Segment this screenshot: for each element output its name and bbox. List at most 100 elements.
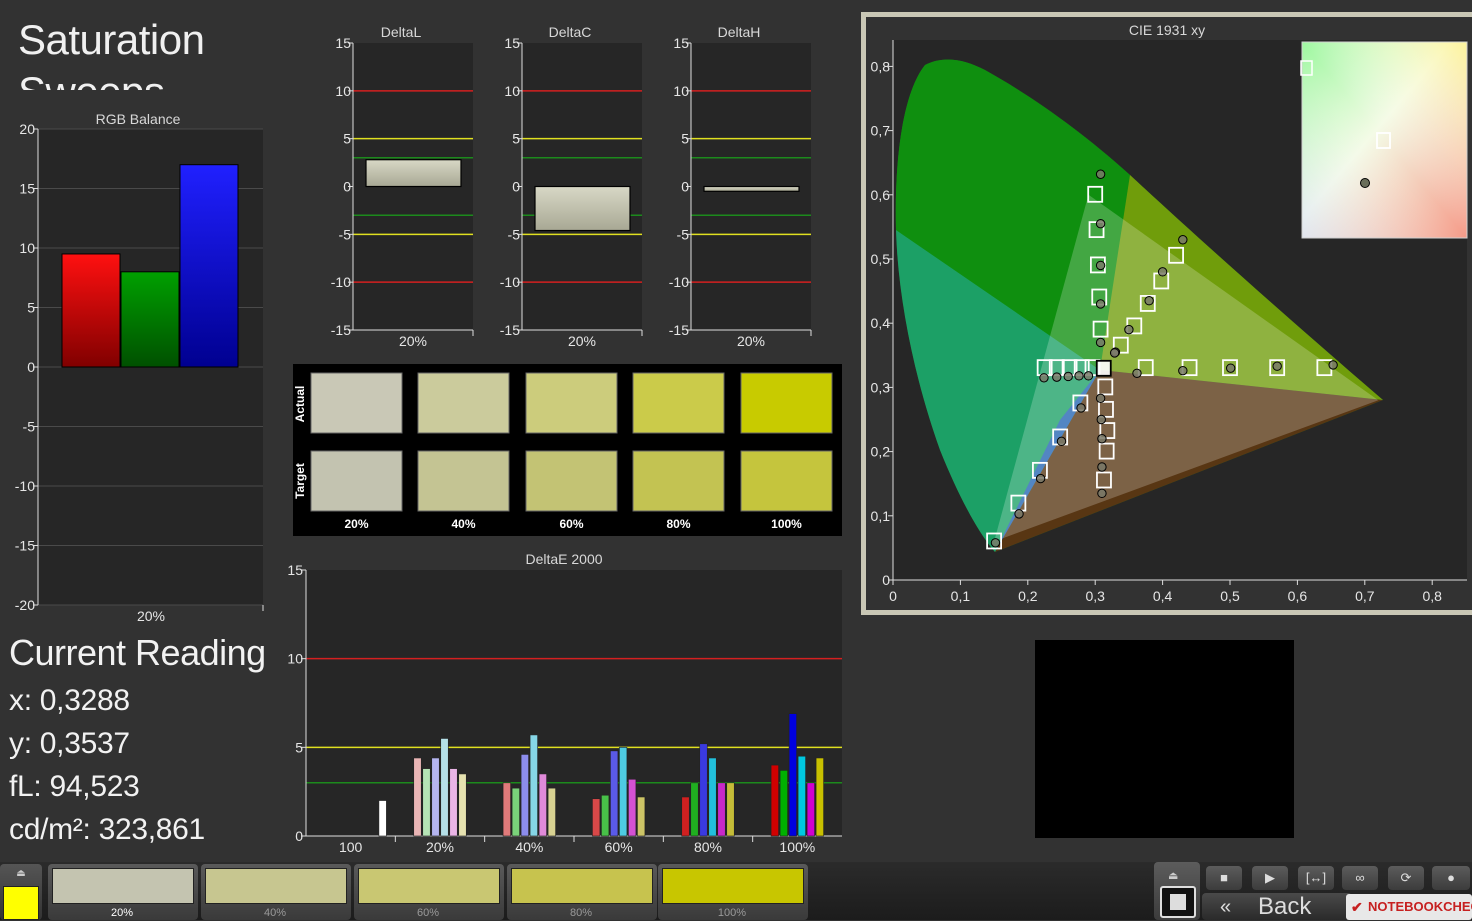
delta-chart-deltah: DeltaH 15 10 5 0 -5 -10 -15 20% [669, 24, 812, 349]
fit-button[interactable]: [↔] [1298, 866, 1334, 890]
delta-chart-deltac: DeltaC 15 10 5 0 -5 -10 -15 20% [500, 24, 643, 349]
saturation-tab-1[interactable]: 20% [48, 864, 198, 920]
current-color-swatch [3, 886, 39, 920]
rgb-ytick-label: -20 [15, 597, 35, 613]
delta-ytick-label: -5 [339, 226, 352, 242]
cie-measured-marker [1272, 361, 1282, 371]
cie-ytick-label: 0,2 [871, 444, 891, 460]
deltae-bar [449, 768, 458, 837]
deltae-bar [806, 782, 815, 837]
delta-ytick-label: -15 [331, 322, 351, 338]
deltae-category-label: 60% [605, 839, 633, 855]
reading-cdm2-label: cd/m²: [9, 813, 91, 846]
cie-ytick-label: 0,6 [871, 187, 891, 203]
deltae-bar [726, 782, 735, 837]
deltae-bar [529, 734, 538, 837]
deltae-bar [699, 743, 708, 837]
stop-button[interactable]: ■ [1206, 866, 1242, 890]
cie-target-marker [1095, 359, 1112, 377]
cie-measured-marker [1132, 368, 1142, 378]
deltae-bar [708, 757, 717, 837]
deltae-bar [681, 796, 690, 837]
cie-measured-marker [990, 538, 1001, 548]
deltae-bar [628, 778, 637, 837]
cie-xtick-label: 0,3 [1085, 588, 1105, 604]
saturation-tab-2[interactable]: 40% [201, 864, 351, 920]
cie-ytick-label: 0,4 [871, 315, 891, 331]
refresh-button[interactable]: ⟳ [1388, 866, 1424, 890]
play-button[interactable]: ▶ [1252, 866, 1288, 890]
reading-cdm2-value: 323,861 [98, 813, 206, 846]
cie-measured-marker [1056, 436, 1067, 447]
saturation-tab-5[interactable]: 100% [658, 864, 808, 920]
stop-square-button[interactable] [1160, 886, 1196, 918]
tab-swatch [205, 868, 347, 904]
record-button[interactable]: ● [1432, 866, 1470, 890]
deltae-ytick-label: 5 [295, 739, 303, 755]
stop-toggle-panel[interactable]: ⏏ [1154, 862, 1200, 920]
stop-icon: ■ [1220, 870, 1228, 885]
cie-ytick-label: 0,5 [871, 251, 891, 267]
rgb-ytick-label: 20 [19, 121, 35, 137]
deltae-bar [431, 757, 440, 837]
record-icon: ● [1447, 870, 1455, 885]
deltae-bar [717, 782, 726, 837]
reading-x-value: 0,3288 [39, 684, 130, 717]
loop-button[interactable]: ∞ [1342, 866, 1378, 890]
color-preview-box [1035, 640, 1294, 838]
back-button[interactable]: « Back [1202, 893, 1352, 920]
deltae-ytick-label: 15 [287, 562, 303, 578]
swatch-label: 100% [771, 517, 802, 531]
deltae-bar [601, 794, 610, 837]
delta-chart-title: DeltaL [381, 24, 422, 40]
delta-bar-deltal [365, 159, 462, 188]
cie-measured-marker [1225, 363, 1236, 373]
swatch-label: 40% [451, 517, 475, 531]
cie-ytick-label: 0 [882, 572, 890, 588]
saturation-tab-3[interactable]: 60% [354, 864, 504, 920]
rgb-chart-title: RGB Balance [96, 111, 181, 127]
deltae-bar [592, 798, 601, 837]
current-color-panel[interactable]: ⏏ [0, 864, 42, 920]
deltae-bar [637, 796, 646, 837]
tab-label: 80% [569, 907, 593, 919]
rgb-ytick-label: 0 [27, 359, 35, 375]
reading-y-value: 0,3537 [39, 727, 130, 760]
deltae-category-label: 40% [515, 839, 543, 855]
swatch-target-4 [632, 450, 725, 512]
tab-label: 60% [416, 907, 440, 919]
saturation-tab-4[interactable]: 80% [507, 864, 657, 920]
delta-lch-charts: DeltaL 15 10 5 0 -5 -10 -15 20% DeltaC 15 10 5 0 -5 -10… [331, 24, 812, 349]
deltae-bar [378, 800, 387, 837]
delta-category-label: 20% [568, 333, 596, 349]
cie-measured-marker [1074, 371, 1084, 381]
delta-chart-title: DeltaC [549, 24, 592, 40]
delta-ytick-label: -10 [500, 274, 520, 290]
cie-measured-marker [1083, 371, 1094, 381]
cie-measured-marker [1095, 299, 1106, 309]
rgb-bar-blue [179, 164, 239, 368]
swatch-target-2 [417, 450, 510, 512]
swatch-label: 80% [666, 517, 690, 531]
deltae-bar [788, 713, 797, 837]
stop-square-icon [1170, 894, 1186, 910]
swatch-actual-2 [417, 372, 510, 434]
swatch-label: 20% [344, 517, 368, 531]
notebookcheck-watermark: ✔ NOTEBOOKCHECK [1346, 894, 1472, 920]
delta-bar-deltac [534, 185, 631, 232]
delta-ytick-label: 15 [504, 35, 520, 51]
cie-measured-marker [1096, 414, 1106, 425]
deltae-bar [690, 782, 699, 837]
cie-ytick-label: 0,7 [871, 123, 891, 139]
deltae-category-label: 100 [339, 839, 363, 855]
deltae-category-label: 80% [694, 839, 722, 855]
deltae-bar [422, 768, 431, 837]
deltae-bar [502, 782, 511, 837]
tab-label: 40% [263, 907, 287, 919]
cie-measured-marker [1144, 296, 1154, 306]
cie-xtick-label: 0,4 [1153, 588, 1173, 604]
delta-ytick-label: -5 [508, 226, 521, 242]
rgb-ytick-label: -5 [23, 419, 36, 435]
rgb-ytick-label: 5 [27, 300, 35, 316]
cie-measured-marker [1039, 373, 1049, 383]
